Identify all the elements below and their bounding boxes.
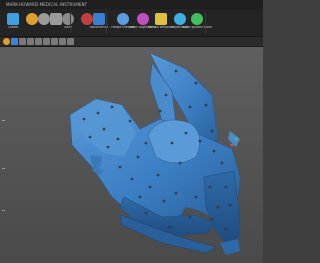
model-marker-highlight bbox=[234, 137, 238, 141]
target-marker-center bbox=[195, 82, 197, 84]
model-fragment bbox=[220, 239, 240, 255]
model-front bbox=[203, 170, 241, 244]
target-marker-center bbox=[221, 162, 223, 164]
template-icon bbox=[155, 13, 167, 25]
model-dome bbox=[147, 119, 201, 164]
lasso-icon[interactable] bbox=[19, 38, 26, 45]
align-icon bbox=[137, 13, 149, 25]
ribbon-separator bbox=[70, 12, 71, 33]
target-marker-center bbox=[209, 186, 211, 188]
star-icon[interactable] bbox=[3, 38, 10, 45]
target-marker-center bbox=[149, 186, 151, 188]
reconstruct-icon bbox=[93, 13, 105, 25]
target-marker-center bbox=[159, 110, 161, 112]
grid-icon[interactable] bbox=[43, 38, 50, 45]
target-marker-center bbox=[185, 132, 187, 134]
target-marker-center bbox=[131, 178, 133, 180]
ribbon-separator bbox=[205, 12, 206, 33]
target-marker-center bbox=[157, 174, 159, 176]
target-marker-center bbox=[103, 128, 105, 130]
target-marker-center bbox=[189, 216, 191, 218]
target-marker-center bbox=[137, 156, 139, 158]
target-marker-center bbox=[195, 196, 197, 198]
target-marker-center bbox=[165, 94, 167, 96]
eye-icon[interactable] bbox=[35, 38, 42, 45]
export-sub-icon bbox=[174, 13, 186, 25]
target-marker-center bbox=[199, 140, 201, 142]
target-marker-center bbox=[119, 166, 121, 168]
target-marker-center bbox=[229, 204, 231, 206]
target-marker-center bbox=[189, 106, 191, 108]
target-marker-center bbox=[145, 212, 147, 214]
ribbon-separator bbox=[106, 12, 107, 33]
target-marker-center bbox=[225, 186, 227, 188]
target-marker-center bbox=[175, 192, 177, 194]
target-marker-center bbox=[211, 218, 213, 220]
target-marker-center bbox=[211, 130, 213, 132]
merge-meshes-button[interactable]: Merge meshes bbox=[111, 10, 135, 35]
save-icon bbox=[62, 13, 74, 25]
target-marker-center bbox=[179, 162, 181, 164]
window-title: MARK-HOWARD-MEDICAL-INSTRUMENT bbox=[6, 2, 88, 7]
basic-guided-workflow-label: Basic guided workflow bbox=[182, 26, 212, 29]
target-marker-center bbox=[117, 138, 119, 140]
ruler-icon[interactable] bbox=[51, 38, 58, 45]
create-icon bbox=[7, 13, 19, 25]
target-marker-center bbox=[83, 118, 85, 120]
target-marker-center bbox=[107, 146, 109, 148]
tool-strip bbox=[0, 37, 263, 47]
workflow-icon bbox=[191, 13, 203, 25]
chevron-down-icon[interactable] bbox=[67, 38, 74, 45]
target-marker-center bbox=[171, 142, 173, 144]
target-marker-center bbox=[111, 106, 113, 108]
target-marker-center bbox=[225, 228, 227, 230]
target-marker-center bbox=[175, 70, 177, 72]
target-marker-center bbox=[213, 150, 215, 152]
ribbon-toolbar: Create Save Reconstruct Merge meshes Basic a… bbox=[0, 9, 263, 37]
target-marker-center bbox=[129, 120, 131, 122]
target-marker-center bbox=[169, 226, 171, 228]
3d-viewport[interactable] bbox=[0, 47, 263, 263]
target-marker-center bbox=[217, 206, 219, 208]
merge-icon bbox=[117, 13, 129, 25]
title-bar: MARK-HOWARD-MEDICAL-INSTRUMENT bbox=[0, 0, 263, 9]
target-marker-center bbox=[89, 136, 91, 138]
target-marker-center bbox=[139, 196, 141, 198]
target-marker-center bbox=[145, 142, 147, 144]
target-marker-center bbox=[163, 200, 165, 202]
display-icon[interactable] bbox=[59, 38, 66, 45]
scanned-model[interactable] bbox=[0, 47, 263, 263]
cursor-icon[interactable] bbox=[11, 38, 18, 45]
model-fragment bbox=[228, 131, 240, 147]
target-marker-center bbox=[97, 112, 99, 114]
brush-icon[interactable] bbox=[27, 38, 34, 45]
model-marker-highlight bbox=[230, 143, 234, 147]
target-marker-center bbox=[205, 104, 207, 106]
